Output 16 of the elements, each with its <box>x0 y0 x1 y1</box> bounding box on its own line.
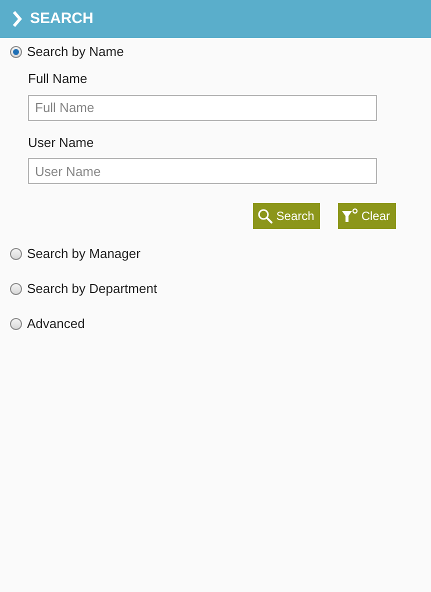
radio-label[interactable]: Search by Department <box>27 279 158 299</box>
search-icon <box>257 208 274 224</box>
text-field[interactable]: User Name <box>28 158 377 184</box>
radio-button[interactable] <box>10 318 22 330</box>
filter-clear-icon <box>342 208 358 224</box>
radio-button[interactable] <box>10 46 22 58</box>
radio-button[interactable] <box>10 248 22 260</box>
text-field[interactable]: Full Name <box>28 94 377 120</box>
field-label: Full Name <box>28 70 88 88</box>
radio-label[interactable]: Advanced <box>27 314 85 334</box>
field-label: User Name <box>28 134 95 152</box>
radio-label[interactable]: Search by Name <box>27 42 124 62</box>
header-title: SEARCH <box>30 8 94 29</box>
radio-label[interactable]: Search by Manager <box>27 244 140 264</box>
chevron-right-icon <box>12 11 22 27</box>
radio-button[interactable] <box>10 283 22 295</box>
